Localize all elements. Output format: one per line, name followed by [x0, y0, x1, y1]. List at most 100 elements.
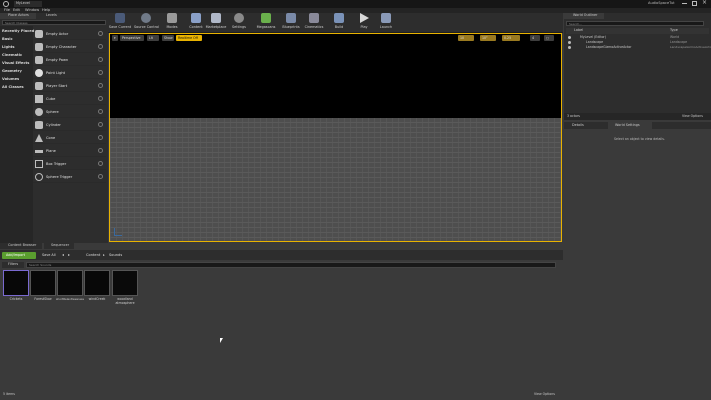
help-icon[interactable]: [98, 44, 103, 49]
category-lights[interactable]: Lights: [2, 45, 15, 49]
help-icon[interactable]: [98, 161, 103, 166]
category-all-classes[interactable]: All Classes: [2, 85, 24, 89]
camera-speed-value: 4: [532, 36, 535, 40]
actor-item[interactable]: Empty Actor: [33, 28, 106, 40]
outliner-view-options-button[interactable]: View Options: [682, 114, 703, 118]
filters-button[interactable]: Filters: [2, 262, 24, 268]
help-icon[interactable]: [98, 174, 103, 179]
add-import-button[interactable]: Add/Import: [2, 252, 36, 259]
content-view-options-button[interactable]: View Options: [534, 392, 555, 396]
help-icon[interactable]: [98, 122, 103, 127]
save-all-button[interactable]: Save All: [38, 252, 60, 259]
perspective-button[interactable]: Perspective: [120, 35, 144, 41]
level-tab[interactable]: MyLevel: [14, 1, 42, 7]
category-geometry[interactable]: Geometry: [2, 69, 22, 73]
grid-snap-button[interactable]: 10: [458, 35, 474, 41]
asset-thumbnail[interactable]: [84, 270, 110, 296]
marketplace-icon: [211, 13, 221, 23]
level-viewport[interactable]: [109, 33, 562, 242]
actor-item[interactable]: Player Start: [33, 80, 106, 92]
asset-thumbnail[interactable]: [112, 270, 138, 296]
maximize-button[interactable]: [692, 1, 697, 6]
camera-speed-button[interactable]: 4: [530, 35, 540, 41]
forward-arrow-icon[interactable]: ▸: [68, 253, 70, 257]
asset-thumbnail[interactable]: [57, 270, 83, 296]
maximize-viewport-button[interactable]: ▢: [544, 35, 554, 41]
column-label[interactable]: Label: [574, 28, 583, 32]
show-button[interactable]: Show: [162, 35, 174, 41]
outliner-row-type: Landscape: [670, 39, 688, 44]
column-type[interactable]: Type: [670, 28, 678, 32]
asset-thumbnail[interactable]: [3, 270, 29, 296]
help-icon[interactable]: [98, 57, 103, 62]
source-control-button[interactable]: Source Control: [134, 12, 159, 32]
category-basic[interactable]: Basic: [2, 37, 13, 41]
play-button[interactable]: Play: [352, 12, 376, 32]
build-button[interactable]: Build: [327, 12, 351, 32]
tab-sequencer[interactable]: Sequencer: [44, 243, 74, 249]
megascans-button[interactable]: Megascans: [254, 12, 278, 32]
help-icon[interactable]: [98, 96, 103, 101]
tab-world-settings[interactable]: World Settings: [608, 122, 652, 129]
help-icon[interactable]: [98, 83, 103, 88]
asset-thumbnail[interactable]: [30, 270, 56, 296]
help-icon[interactable]: [98, 70, 103, 75]
actor-item[interactable]: Empty Pawn: [33, 54, 106, 66]
eye-icon[interactable]: [568, 41, 571, 44]
tab-levels[interactable]: Levels: [40, 13, 68, 19]
scale-snap-value: 0.25: [504, 36, 512, 40]
category-recently-placed[interactable]: Recently Placed: [2, 29, 34, 33]
viewport-options-button[interactable]: ▾: [112, 35, 118, 41]
outliner-row[interactable]: LandscapeGizmoActiveActor LandscapeGizmo…: [566, 45, 711, 50]
menu-file[interactable]: File: [4, 8, 10, 13]
actor-item[interactable]: Point Light: [33, 67, 106, 79]
tab-content-browser[interactable]: Content Browser: [0, 243, 42, 249]
actor-item[interactable]: Cube: [33, 93, 106, 105]
tab-details[interactable]: Details: [564, 122, 604, 129]
lit-button[interactable]: Lit: [147, 35, 159, 41]
category-volumes[interactable]: Volumes: [2, 77, 19, 81]
launch-button[interactable]: Launch: [374, 12, 398, 32]
realtime-badge[interactable]: Realtime Off: [176, 35, 202, 41]
cinematics-button[interactable]: Cinematics: [302, 12, 326, 32]
modes-button[interactable]: Modes: [160, 12, 184, 32]
save-all-label: Save All: [42, 252, 56, 257]
category-cinematic[interactable]: Cinematic: [2, 53, 22, 57]
help-icon[interactable]: [98, 31, 103, 36]
help-icon[interactable]: [98, 135, 103, 140]
back-arrow-icon[interactable]: ◂: [62, 253, 64, 257]
menu-help[interactable]: Help: [42, 8, 50, 13]
eye-icon[interactable]: [568, 36, 571, 39]
actor-item[interactable]: Box Trigger: [33, 158, 106, 170]
menu-window[interactable]: Window: [25, 8, 39, 13]
actor-item[interactable]: Empty Character: [33, 41, 106, 53]
actor-item[interactable]: Sphere Trigger: [33, 171, 106, 183]
tab-place-actors[interactable]: Place Actors: [0, 13, 36, 19]
help-icon[interactable]: [98, 109, 103, 114]
outliner-footer: 3 actors View Options: [564, 113, 711, 120]
asset-search-input[interactable]: Search Sounds: [26, 262, 556, 268]
scale-snap-button[interactable]: 0.25: [502, 35, 520, 41]
actor-item-label: Cylinder: [46, 123, 61, 127]
actor-item[interactable]: Plane: [33, 145, 106, 157]
outliner-search-input[interactable]: Search...: [566, 21, 704, 26]
actor-item[interactable]: Cone: [33, 132, 106, 144]
save-current-button[interactable]: Save Current: [108, 12, 132, 32]
category-visual-effects[interactable]: Visual Effects: [2, 61, 29, 65]
marketplace-button[interactable]: Marketplace: [204, 12, 228, 32]
help-icon[interactable]: [98, 148, 103, 153]
minimize-button[interactable]: [682, 3, 687, 4]
path-content[interactable]: Content: [86, 253, 100, 258]
actor-item[interactable]: Cylinder: [33, 119, 106, 131]
eye-icon[interactable]: [568, 46, 571, 49]
rotation-snap-button[interactable]: 10°: [480, 35, 496, 41]
settings-button[interactable]: Settings: [227, 12, 251, 32]
actor-item[interactable]: Sphere: [33, 106, 106, 118]
close-button[interactable]: ×: [702, 0, 707, 6]
path-sounds[interactable]: Sounds: [109, 253, 122, 258]
blueprints-button[interactable]: Blueprints: [279, 12, 303, 32]
tab-world-outliner[interactable]: World Outliner: [564, 13, 604, 19]
menu-edit[interactable]: Edit: [13, 8, 20, 13]
show-label: Show: [164, 36, 173, 40]
search-classes-input[interactable]: Search Classes: [2, 20, 106, 25]
